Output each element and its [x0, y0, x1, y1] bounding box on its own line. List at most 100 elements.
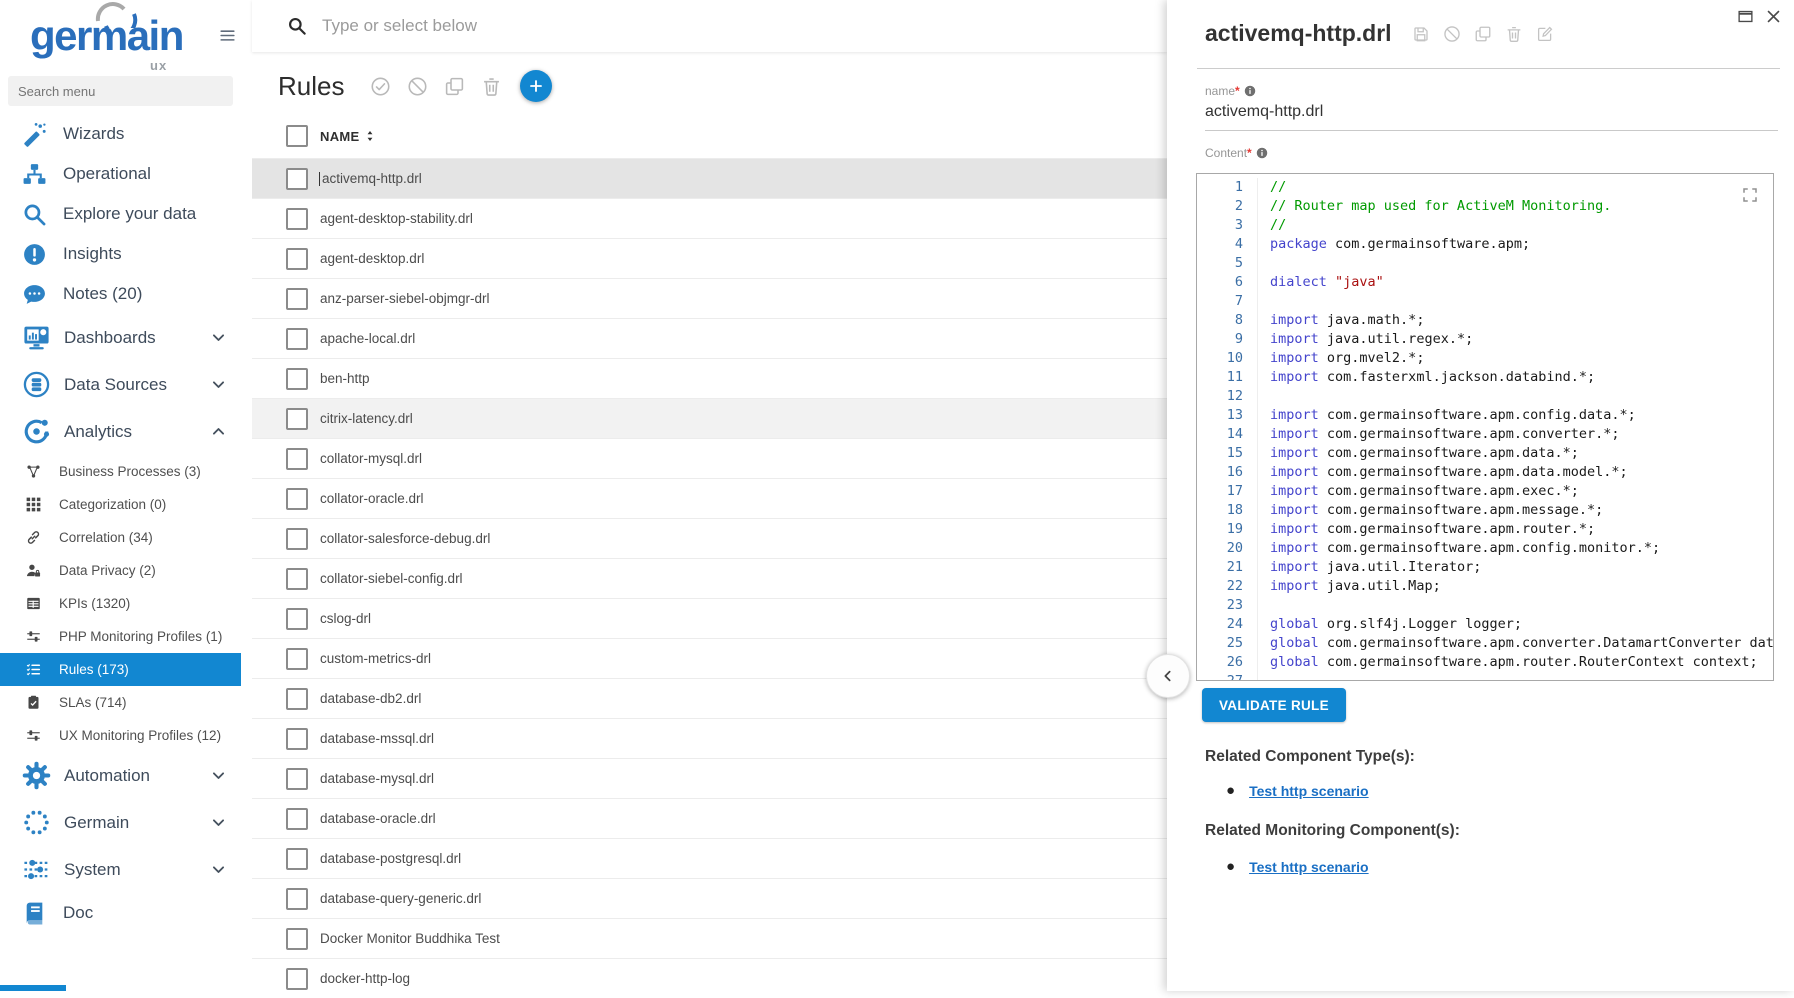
row-checkbox[interactable] [286, 168, 308, 190]
sidebar-item-dashboards[interactable]: Dashboards [0, 314, 241, 361]
close-icon[interactable] [1765, 8, 1782, 25]
name-column-header[interactable]: NAME [320, 129, 359, 144]
row-checkbox[interactable] [286, 608, 308, 630]
rules-panel: Rules NAME activemq-http.drlagent-deskto… [252, 0, 1167, 991]
sidebar-item-rules-173[interactable]: Rules (173) [0, 653, 241, 686]
sidebar-item-php-monitoring-profiles-1[interactable]: PHP Monitoring Profiles (1) [0, 620, 241, 653]
table-row[interactable]: ben-http [252, 358, 1167, 398]
row-checkbox[interactable] [286, 408, 308, 430]
collapse-panel-button[interactable] [1146, 654, 1190, 698]
sidebar-item-business-processes-3[interactable]: Business Processes (3) [0, 455, 241, 488]
line-number: 13 [1197, 406, 1258, 425]
table-row[interactable]: database-oracle.drl [252, 798, 1167, 838]
row-checkbox[interactable] [286, 248, 308, 270]
sidebar-item-operational[interactable]: Operational [0, 154, 241, 194]
table-row[interactable]: collator-oracle.drl [252, 478, 1167, 518]
disable-icon[interactable] [407, 76, 428, 97]
line-number: 21 [1197, 558, 1258, 577]
row-checkbox[interactable] [286, 888, 308, 910]
row-checkbox[interactable] [286, 848, 308, 870]
table-row[interactable]: collator-siebel-config.drl [252, 558, 1167, 598]
table-row[interactable]: collator-mysql.drl [252, 438, 1167, 478]
sidebar-item-doc[interactable]: Doc [0, 893, 241, 933]
code-editor[interactable]: 1//2// Router map used for ActiveM Monit… [1196, 173, 1774, 681]
row-checkbox[interactable] [286, 528, 308, 550]
row-checkbox[interactable] [286, 728, 308, 750]
delete-icon[interactable] [481, 76, 502, 97]
sidebar-item-kpis-1320[interactable]: KPIs (1320) [0, 587, 241, 620]
sidebar-item-data-sources[interactable]: Data Sources [0, 361, 241, 408]
row-checkbox[interactable] [286, 288, 308, 310]
fullscreen-icon[interactable] [1741, 186, 1759, 204]
table-row[interactable]: activemq-http.drl [252, 158, 1167, 198]
info-icon[interactable] [1256, 147, 1268, 159]
sidebar-item-correlation-34[interactable]: Correlation (34) [0, 521, 241, 554]
maximize-icon[interactable] [1737, 8, 1754, 25]
sidebar-item-automation[interactable]: Automation [0, 752, 241, 799]
table-row[interactable]: database-postgresql.drl [252, 838, 1167, 878]
add-rule-button[interactable] [520, 70, 552, 102]
row-checkbox[interactable] [286, 768, 308, 790]
duplicate-icon[interactable] [1474, 25, 1492, 43]
row-checkbox[interactable] [286, 648, 308, 670]
row-checkbox[interactable] [286, 448, 308, 470]
row-checkbox[interactable] [286, 968, 308, 990]
row-checkbox[interactable] [286, 328, 308, 350]
row-checkbox[interactable] [286, 808, 308, 830]
related-monitoring-component-link[interactable]: Test http scenario [1249, 859, 1369, 875]
table-row[interactable]: cslog-drl [252, 598, 1167, 638]
table-row[interactable]: database-mssql.drl [252, 718, 1167, 758]
row-checkbox[interactable] [286, 488, 308, 510]
rules-search-input[interactable] [320, 15, 1167, 37]
table-row[interactable]: citrix-latency.drl [252, 398, 1167, 438]
rule-name: collator-oracle.drl [320, 491, 424, 506]
validate-rule-button[interactable]: VALIDATE RULE [1202, 688, 1346, 722]
duplicate-icon[interactable] [444, 76, 465, 97]
table-row[interactable]: agent-desktop-stability.drl [252, 198, 1167, 238]
hamburger-menu-icon[interactable] [218, 26, 237, 45]
sidebar-item-system[interactable]: System [0, 846, 241, 893]
approve-icon[interactable] [370, 76, 391, 97]
table-row[interactable]: anz-parser-siebel-objmgr-drl [252, 278, 1167, 318]
row-checkbox[interactable] [286, 688, 308, 710]
sidebar-item-ux-monitoring-profiles-12[interactable]: UX Monitoring Profiles (12) [0, 719, 241, 752]
name-field-value[interactable]: activemq-http.drl [1205, 98, 1778, 131]
line-number: 9 [1197, 330, 1258, 349]
sidebar-item-data-privacy-2[interactable]: Data Privacy (2) [0, 554, 241, 587]
sidebar-item-analytics[interactable]: Analytics [0, 408, 241, 455]
table-row[interactable]: agent-desktop.drl [252, 238, 1167, 278]
sidebar-item-categorization-0[interactable]: Categorization (0) [0, 488, 241, 521]
row-checkbox[interactable] [286, 928, 308, 950]
table-row[interactable]: custom-metrics-drl [252, 638, 1167, 678]
rule-name: activemq-http.drl [322, 171, 422, 186]
rule-name: database-mssql.drl [320, 731, 434, 746]
related-component-type-link[interactable]: Test http scenario [1249, 783, 1369, 799]
code-line: 4package com.germainsoftware.apm; [1197, 235, 1773, 254]
disable-icon[interactable] [1443, 25, 1461, 43]
code-text: import com.germainsoftware.apm.data.*; [1258, 444, 1773, 463]
select-all-checkbox[interactable] [286, 125, 308, 147]
table-row[interactable]: apache-local.drl [252, 318, 1167, 358]
save-icon[interactable] [1412, 25, 1430, 43]
info-icon[interactable] [1244, 85, 1256, 97]
sidebar-item-wizards[interactable]: Wizards [0, 114, 241, 154]
sidebar-item-slas-714[interactable]: SLAs (714) [0, 686, 241, 719]
row-checkbox[interactable] [286, 368, 308, 390]
sidebar-item-notes-20[interactable]: Notes (20) [0, 274, 241, 314]
sort-icon[interactable] [363, 129, 377, 143]
table-row[interactable]: docker-http-log [252, 958, 1167, 998]
table-row[interactable]: collator-salesforce-debug.drl [252, 518, 1167, 558]
delete-icon[interactable] [1505, 25, 1523, 43]
sidebar-item-germain[interactable]: Germain [0, 799, 241, 846]
sidebar-item-explore-your-data[interactable]: Explore your data [0, 194, 241, 234]
chevron-down-icon [210, 814, 227, 831]
row-checkbox[interactable] [286, 568, 308, 590]
table-row[interactable]: database-query-generic.drl [252, 878, 1167, 918]
sidebar-item-insights[interactable]: Insights [0, 234, 241, 274]
row-checkbox[interactable] [286, 208, 308, 230]
table-row[interactable]: Docker Monitor Buddhika Test [252, 918, 1167, 958]
table-row[interactable]: database-db2.drl [252, 678, 1167, 718]
table-row[interactable]: database-mysql.drl [252, 758, 1167, 798]
sidebar-search-input[interactable] [8, 76, 233, 106]
edit-icon[interactable] [1536, 25, 1554, 43]
